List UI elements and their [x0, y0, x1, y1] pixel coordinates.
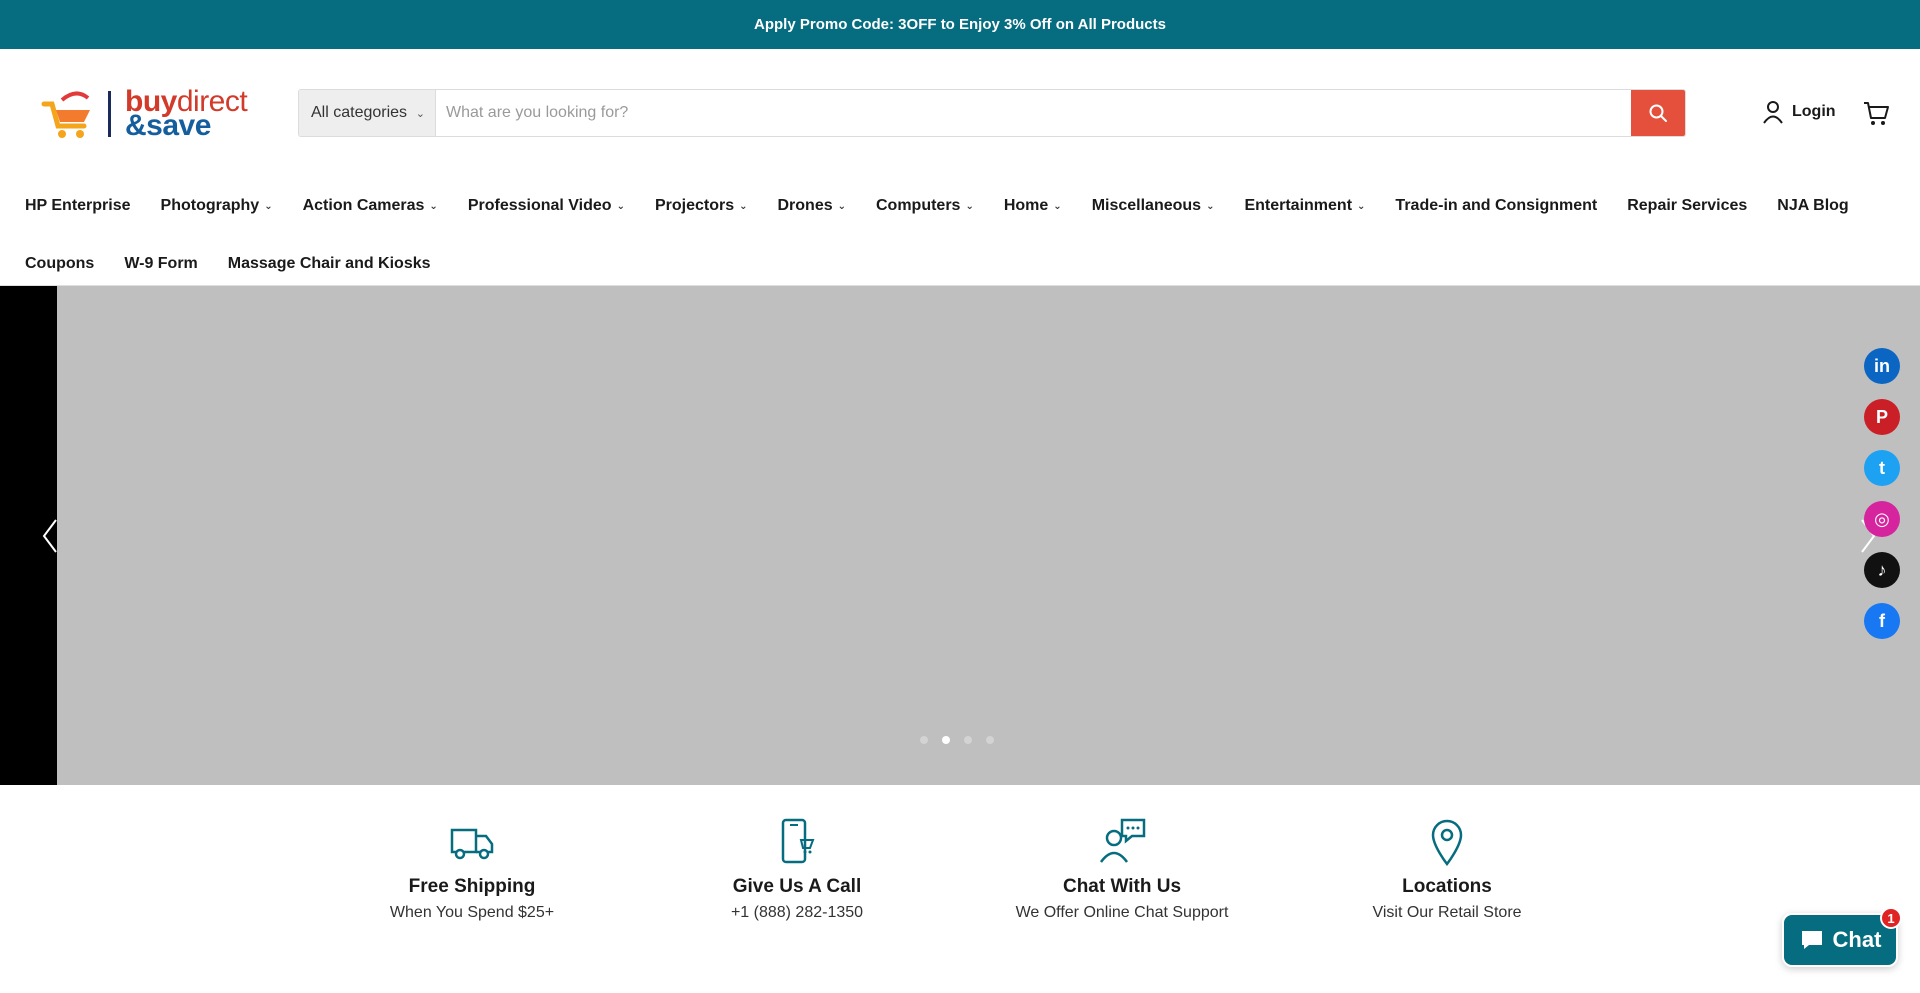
- main-navigation: HP Enterprise Photography ⌄ Action Cameras ⌄…: [0, 168, 1879, 293]
- nav-item-label: Massage Chair and Kiosks: [227, 255, 431, 272]
- pinterest-icon[interactable]: P: [1864, 399, 1900, 435]
- nav-item-coupons[interactable]: Coupons: [25, 255, 94, 273]
- chat-widget-button[interactable]: Chat 1: [1782, 907, 1902, 967]
- chevron-left-icon: [42, 519, 57, 553]
- search-input[interactable]: [436, 90, 1631, 136]
- instagram-icon[interactable]: ◎: [1864, 501, 1900, 537]
- chevron-down-icon: ⌄: [415, 108, 425, 120]
- login-link[interactable]: Login: [1762, 100, 1836, 124]
- feature-chat-with-us[interactable]: Chat With Us We Offer Online Chat Support: [972, 818, 1272, 922]
- nav-item-label: Action Cameras: [302, 197, 425, 214]
- feature-title: Give Us A Call: [732, 876, 862, 897]
- nav-item-label: Entertainment: [1244, 197, 1353, 214]
- chevron-down-icon: ⌄: [739, 200, 748, 212]
- slide-dots: [920, 736, 1008, 744]
- nav-item-label: Professional Video: [467, 197, 612, 214]
- chevron-down-icon: ⌄: [1357, 200, 1366, 212]
- cart-logo-icon: [38, 86, 98, 142]
- nav-item-photography[interactable]: Photography ⌄: [161, 197, 273, 215]
- hero-slideshow[interactable]: [0, 286, 1920, 785]
- slide-dot[interactable]: [920, 736, 928, 744]
- tiktok-icon[interactable]: ♪: [1864, 552, 1900, 588]
- nav-item-miscellaneous[interactable]: Miscellaneous ⌄: [1092, 197, 1215, 215]
- nav-item-drones[interactable]: Drones ⌄: [777, 197, 846, 215]
- slide-dot[interactable]: [986, 736, 994, 744]
- chevron-down-icon: ⌄: [1053, 200, 1062, 212]
- chat-widget-label: Chat: [1832, 927, 1882, 952]
- chat-support-icon: [972, 818, 1272, 868]
- nav-item-projectors[interactable]: Projectors ⌄: [655, 197, 748, 215]
- feature-title: Free Shipping: [408, 876, 536, 897]
- chat-notification-badge: 1: [1880, 907, 1902, 929]
- search-icon: [1649, 104, 1667, 122]
- nav-item-label: NJA Blog: [1777, 197, 1849, 214]
- nav-item-computers[interactable]: Computers ⌄: [876, 197, 974, 215]
- social-share-bar: in Pt ◎ ♪ f: [1864, 348, 1900, 654]
- nav-item-w-9-form[interactable]: W-9 Form: [124, 255, 197, 273]
- nav-item-massage-chair-and-kiosks[interactable]: Massage Chair and Kiosks: [228, 255, 431, 273]
- chevron-down-icon: ⌄: [264, 200, 273, 212]
- feature-subtitle: We Offer Online Chat Support: [1015, 904, 1229, 921]
- login-label: Login: [1792, 103, 1836, 120]
- nav-item-nja-blog[interactable]: NJA Blog: [1777, 197, 1848, 215]
- nav-item-label: Computers: [876, 197, 961, 214]
- nav-item-label: Home: [1003, 197, 1049, 214]
- search-bar: All categories ⌄: [298, 89, 1686, 137]
- nav-item-label: Drones: [777, 197, 833, 214]
- twitter-icon[interactable]: t: [1864, 450, 1900, 486]
- feature-subtitle: When You Spend $25+: [389, 904, 555, 921]
- linkedin-icon[interactable]: in: [1864, 348, 1900, 384]
- slide-dot[interactable]: [964, 736, 972, 744]
- user-icon: [1763, 101, 1783, 124]
- chevron-down-icon: ⌄: [837, 200, 846, 212]
- phone-icon: [647, 818, 947, 868]
- nav-row-1: HP Enterprise Photography ⌄ Action Cameras ⌄…: [25, 177, 1879, 235]
- slide-dot[interactable]: [942, 736, 950, 744]
- location-pin-icon: [1297, 818, 1597, 868]
- logo-divider: [108, 91, 111, 137]
- nav-item-label: Miscellaneous: [1091, 197, 1202, 214]
- chevron-down-icon: ⌄: [429, 200, 438, 212]
- chevron-down-icon: ⌄: [1206, 200, 1215, 212]
- cart-icon: [1864, 102, 1889, 125]
- category-select-label: All categories: [311, 104, 408, 121]
- nav-item-hp-enterprise[interactable]: HP Enterprise: [25, 197, 131, 215]
- logo-wordmark: buydirect &save: [125, 87, 248, 141]
- features-strip: Free Shipping When You Spend $25+ Give Us …: [0, 818, 1920, 938]
- nav-item-professional-video[interactable]: Professional Video ⌄: [468, 197, 625, 215]
- feature-title: Chat With Us: [1062, 876, 1182, 897]
- nav-item-label: Projectors: [654, 197, 735, 214]
- feature-locations[interactable]: Locations Visit Our Retail Store: [1297, 818, 1597, 922]
- promo-banner: Apply Promo Code: 3OFF to Enjoy 3% Off o…: [0, 0, 1920, 49]
- nav-item-label: Trade-in and Consignment: [1395, 197, 1598, 214]
- slide-prev-button[interactable]: [40, 516, 60, 561]
- nav-item-label: Coupons: [25, 255, 95, 272]
- chat-bubble-icon: [1801, 931, 1822, 949]
- nav-item-repair-services[interactable]: Repair Services: [1627, 197, 1747, 215]
- promo-text: Apply Promo Code: 3OFF to Enjoy 3% Off o…: [754, 16, 1166, 33]
- chevron-down-icon: ⌄: [616, 200, 625, 212]
- chevron-down-icon: ⌄: [965, 200, 974, 212]
- nav-item-home[interactable]: Home ⌄: [1004, 197, 1062, 215]
- nav-item-label: W-9 Form: [124, 255, 198, 272]
- facebook-icon[interactable]: f: [1864, 603, 1900, 639]
- category-select[interactable]: All categories ⌄: [299, 90, 436, 136]
- truck-icon: [322, 818, 622, 868]
- nav-item-label: Repair Services: [1627, 197, 1748, 214]
- nav-item-trade-in-and-consignment[interactable]: Trade-in and Consignment: [1395, 197, 1597, 215]
- nav-item-label: Photography: [160, 197, 260, 214]
- search-button[interactable]: [1631, 90, 1685, 136]
- feature-give-us-a-call[interactable]: Give Us A Call +1 (888) 282-1350: [647, 818, 947, 922]
- nav-item-entertainment[interactable]: Entertainment ⌄: [1244, 197, 1365, 215]
- site-logo[interactable]: buydirect &save: [38, 82, 260, 146]
- feature-subtitle: +1 (888) 282-1350: [730, 904, 864, 921]
- feature-free-shipping[interactable]: Free Shipping When You Spend $25+: [322, 818, 622, 922]
- feature-title: Locations: [1402, 876, 1492, 897]
- feature-subtitle: Visit Our Retail Store: [1372, 904, 1522, 921]
- nav-item-action-cameras[interactable]: Action Cameras ⌄: [303, 197, 438, 215]
- nav-item-label: HP Enterprise: [25, 197, 131, 214]
- cart-button[interactable]: [1862, 99, 1890, 132]
